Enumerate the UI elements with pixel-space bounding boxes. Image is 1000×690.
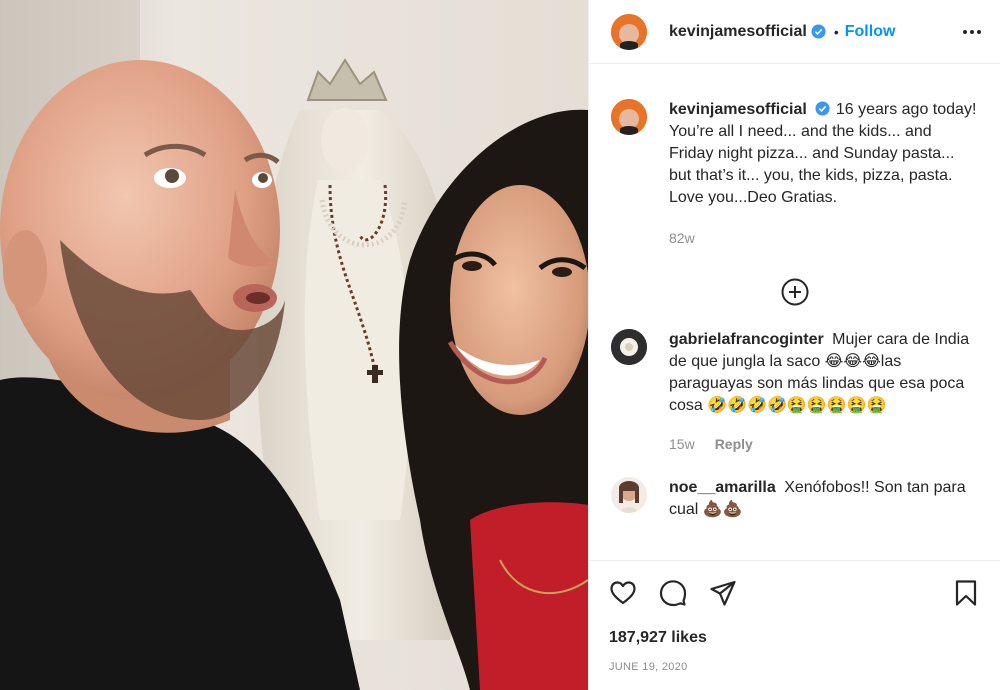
post-photo-illustration — [0, 0, 588, 690]
author-avatar[interactable] — [611, 13, 647, 50]
verified-badge-icon — [815, 101, 830, 116]
comments-list[interactable]: kevinjamesofficial 16 years ago today! Yo… — [589, 65, 1000, 560]
post-date: JUNE 19, 2020 — [609, 661, 688, 673]
heart-icon[interactable] — [609, 579, 637, 607]
load-more-comments[interactable] — [589, 277, 1000, 307]
commenter-avatar[interactable] — [611, 329, 647, 365]
paper-plane-icon[interactable] — [709, 579, 737, 607]
post-detail-panel: kevinjamesofficial • Follow kevinjamesof… — [588, 0, 1000, 690]
post-actions: 187,927 likes JUNE 19, 2020 — [589, 560, 1000, 690]
more-options-icon[interactable] — [960, 20, 984, 44]
likes-count[interactable]: 187,927 likes — [609, 629, 980, 647]
comment-age: 15w — [669, 436, 695, 452]
caption: kevinjamesofficial 16 years ago today! Yo… — [589, 65, 1000, 249]
plus-circle-icon[interactable] — [780, 277, 810, 307]
comment-item: gabrielafrancoginter Mujer cara de India… — [589, 307, 1000, 455]
comment-username[interactable]: gabrielafrancoginter — [669, 331, 824, 348]
comment-item: noe__amarilla Xenófobos!! Son tan para c… — [589, 455, 1000, 521]
caption-age: 82w — [669, 230, 695, 246]
caption-body: kevinjamesofficial 16 years ago today! Yo… — [669, 99, 979, 249]
post-photo[interactable] — [0, 0, 588, 690]
comment-bubble-icon[interactable] — [659, 579, 687, 607]
caption-author-avatar[interactable] — [611, 99, 647, 135]
post-header: kevinjamesofficial • Follow — [589, 0, 1000, 64]
commenter-avatar[interactable] — [611, 477, 647, 513]
comment-body: gabrielafrancoginter Mujer cara de India… — [669, 329, 979, 455]
author-username[interactable]: kevinjamesofficial — [669, 23, 807, 41]
caption-username[interactable]: kevinjamesofficial — [669, 101, 807, 118]
action-buttons — [609, 563, 980, 623]
comment-body: noe__amarilla Xenófobos!! Son tan para c… — [669, 477, 979, 521]
bookmark-icon[interactable] — [952, 579, 980, 607]
comment-username[interactable]: noe__amarilla — [669, 479, 776, 496]
header-separator: • — [833, 23, 839, 40]
follow-button[interactable]: Follow — [845, 23, 896, 41]
verified-badge-icon — [811, 24, 826, 39]
reply-button[interactable]: Reply — [715, 433, 753, 455]
